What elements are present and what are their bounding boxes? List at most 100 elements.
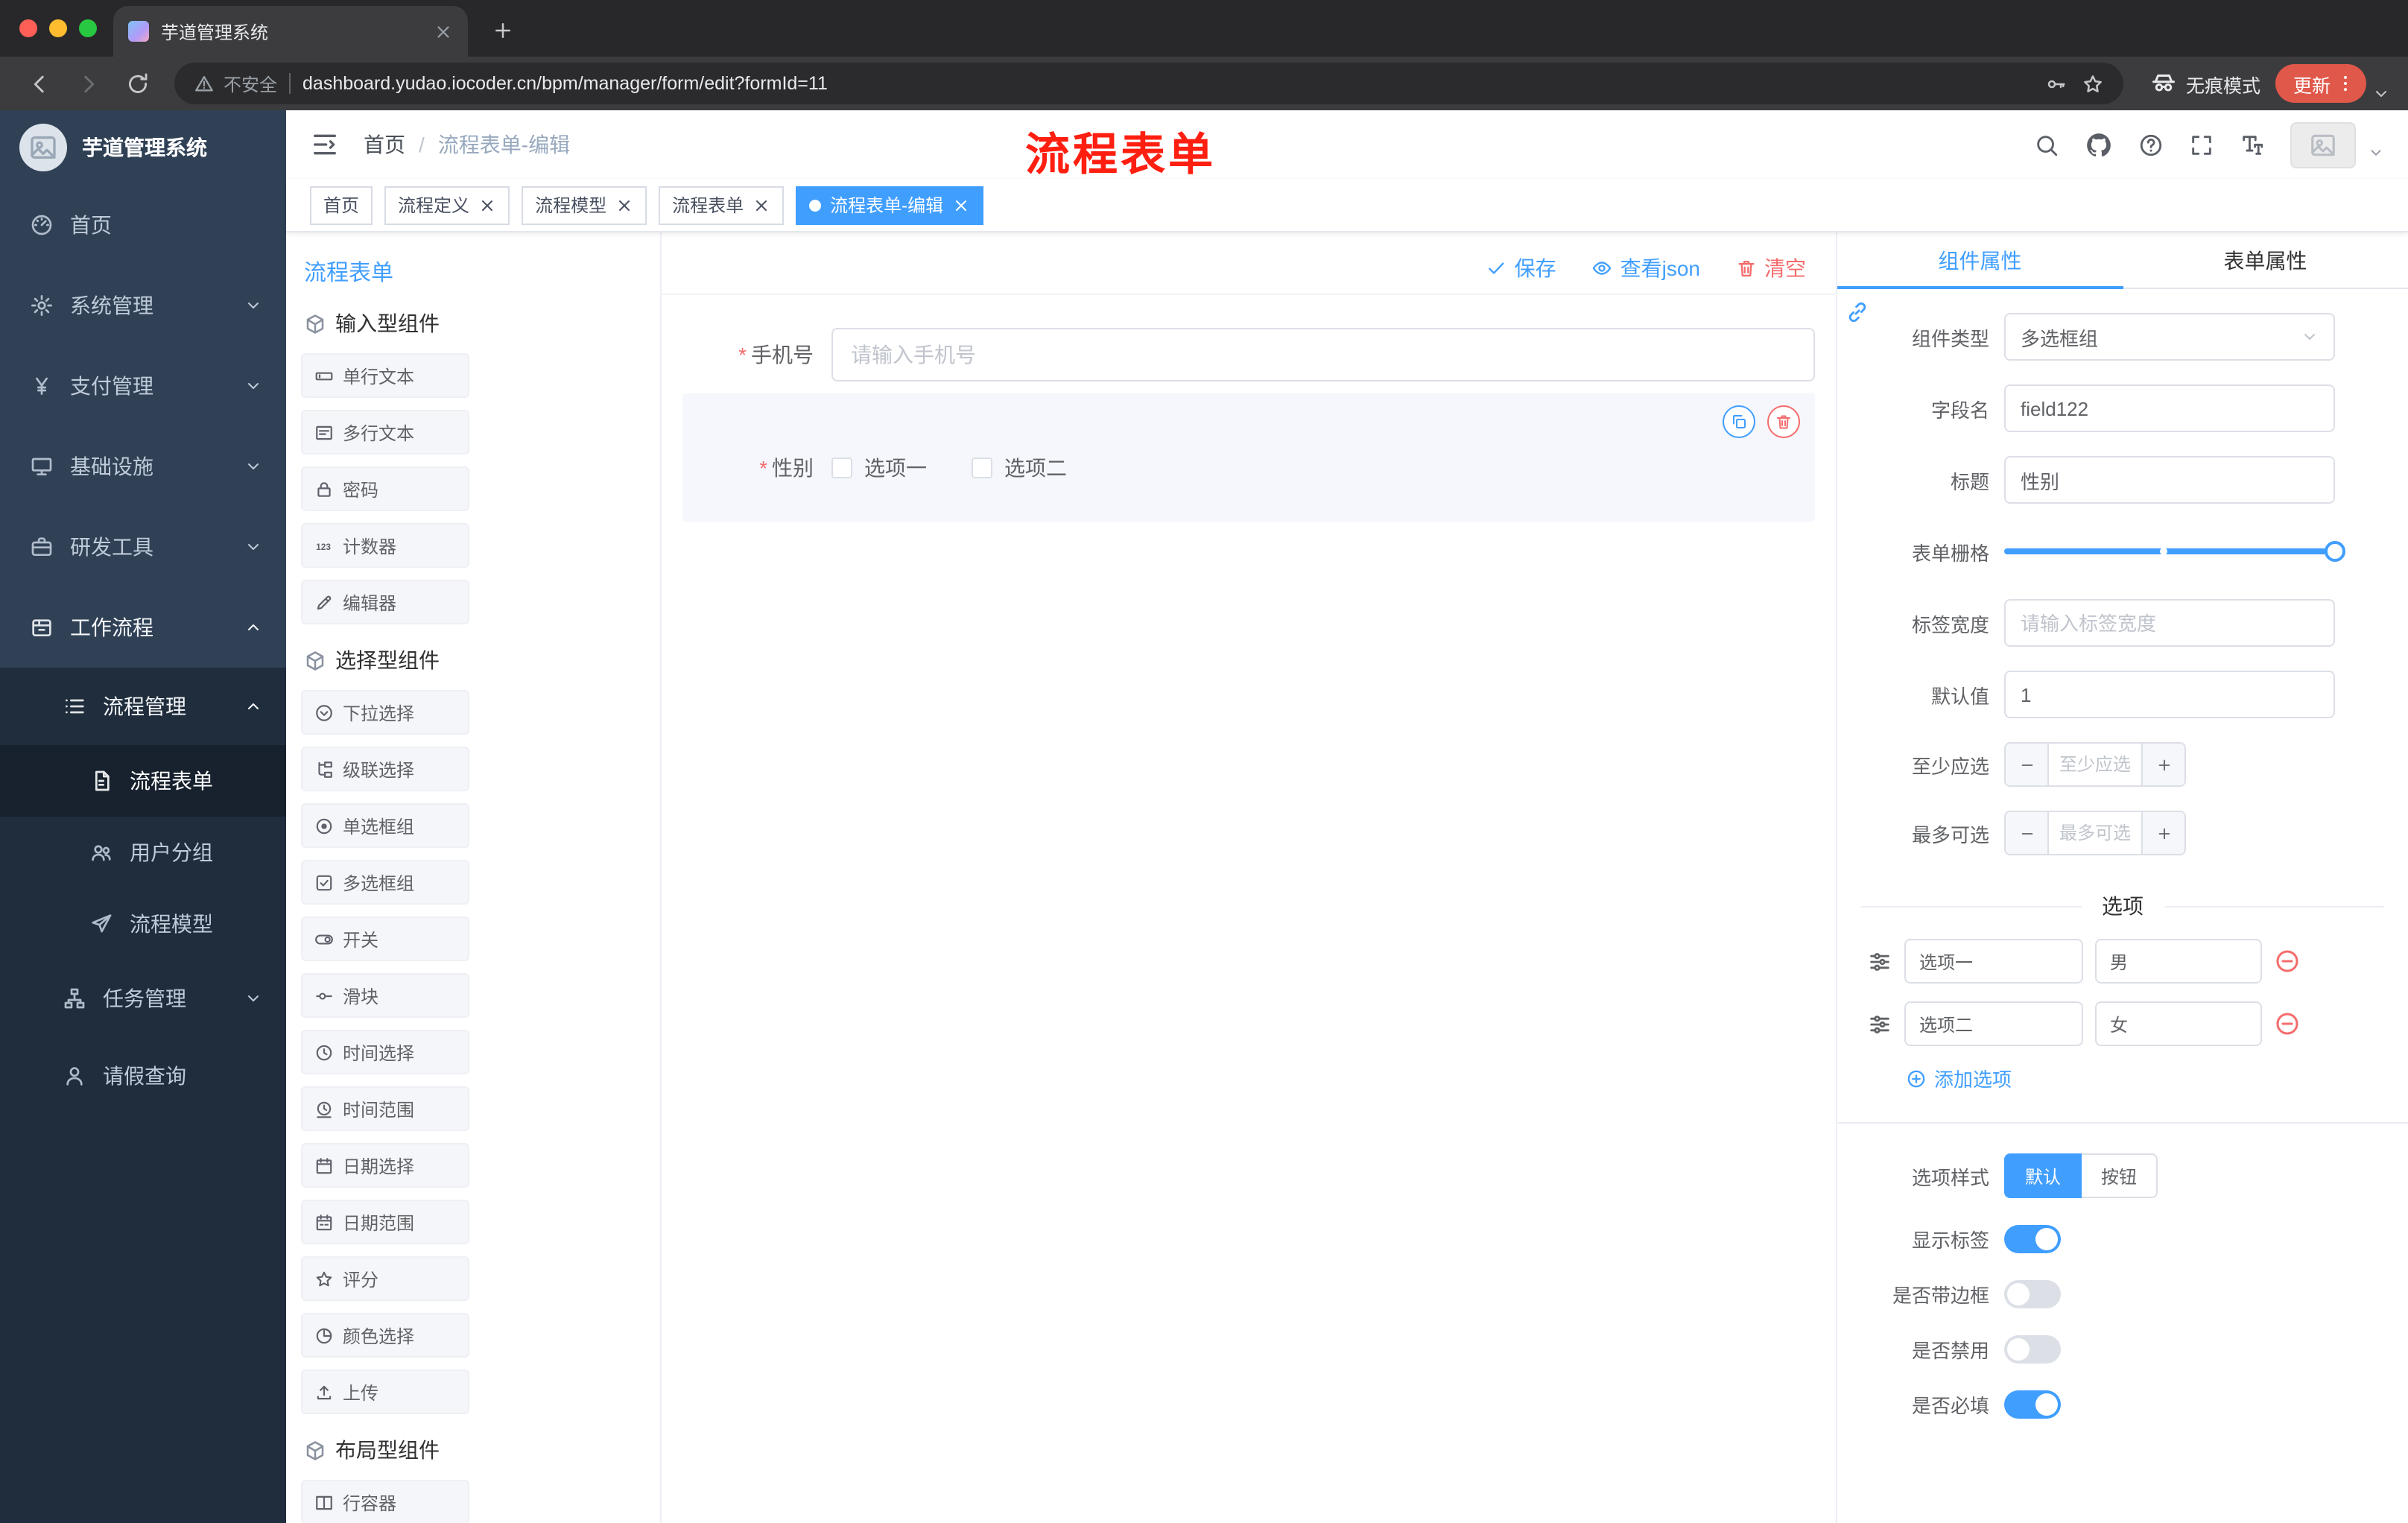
slider-track[interactable]	[2004, 548, 2335, 555]
avatar-caret-icon[interactable]	[2368, 144, 2384, 160]
breadcrumb-home[interactable]: 首页	[364, 130, 405, 159]
palette-component[interactable]: 123 计数器	[301, 523, 469, 568]
tab-component-props[interactable]: 组件属性	[1837, 232, 2123, 289]
tag-view-item[interactable]: 流程模型	[522, 186, 647, 224]
add-option-button[interactable]: 添加选项	[1906, 1064, 2384, 1092]
drag-handle-icon[interactable]	[1867, 949, 1892, 974]
checkbox[interactable]	[831, 457, 852, 478]
palette-component[interactable]: 日期范围	[301, 1200, 469, 1244]
palette-component[interactable]: 行容器	[301, 1480, 469, 1523]
gender-field[interactable]: 性别 选项一 选项二	[682, 441, 1815, 495]
style-default-button[interactable]: 默认	[2004, 1153, 2082, 1198]
title-input[interactable]	[2004, 456, 2335, 504]
option-value-input[interactable]	[2095, 939, 2262, 984]
sidebar-item[interactable]: 请假查询	[0, 1037, 286, 1115]
security-warning-icon[interactable]	[194, 73, 215, 94]
toggle-switch[interactable]	[2004, 1280, 2061, 1308]
selected-form-item[interactable]: 性别 选项一 选项二	[682, 393, 1815, 522]
window-zoom-button[interactable]	[79, 19, 97, 37]
save-button[interactable]: 保存	[1486, 253, 1556, 282]
back-button[interactable]	[27, 71, 52, 96]
forward-button[interactable]	[76, 71, 101, 96]
copy-item-button[interactable]	[1723, 405, 1755, 438]
password-key-icon[interactable]	[2044, 72, 2067, 95]
style-button-button[interactable]: 按钮	[2082, 1153, 2158, 1198]
sidebar-item[interactable]: 工作流程	[0, 587, 286, 668]
palette-component[interactable]: 编辑器	[301, 580, 469, 624]
address-bar[interactable]: 不安全 dashboard.yudao.iocoder.cn/bpm/manag…	[174, 63, 2123, 104]
toggle-switch[interactable]	[2004, 1335, 2061, 1364]
checkbox-option[interactable]: 选项二	[972, 453, 1067, 483]
tag-close-icon[interactable]	[752, 196, 770, 214]
sidebar-item[interactable]: 首页	[0, 185, 286, 265]
window-close-button[interactable]	[19, 19, 37, 37]
remove-option-button[interactable]	[2274, 1010, 2301, 1037]
min-select-input[interactable]	[2047, 744, 2143, 785]
palette-component[interactable]: 颜色选择	[301, 1313, 469, 1358]
link-icon[interactable]	[1845, 300, 1870, 325]
palette-component[interactable]: 日期选择	[301, 1143, 469, 1188]
view-json-button[interactable]: 查看json	[1592, 253, 1700, 282]
palette-component[interactable]: 评分	[301, 1256, 469, 1301]
browser-tab[interactable]: 芋道管理系统	[113, 6, 468, 57]
search-icon[interactable]	[2034, 132, 2059, 157]
sidebar-item[interactable]: 流程表单	[0, 745, 286, 817]
decrease-button[interactable]	[2006, 812, 2047, 854]
sidebar-item[interactable]: 用户分组	[0, 817, 286, 888]
remove-option-button[interactable]	[2274, 948, 2301, 975]
palette-component[interactable]: 时间选择	[301, 1030, 469, 1074]
palette-component[interactable]: 单选框组	[301, 803, 469, 848]
sidebar-item[interactable]: 基础设施	[0, 426, 286, 507]
palette-component[interactable]: 单行文本	[301, 353, 469, 398]
slider-handle[interactable]	[2325, 541, 2345, 562]
fullscreen-icon[interactable]	[2189, 132, 2214, 157]
tag-view-item[interactable]: 流程表单-编辑	[796, 186, 984, 224]
new-tab-button[interactable]	[492, 19, 514, 42]
delete-item-button[interactable]	[1767, 405, 1800, 438]
phone-field[interactable]: 手机号	[682, 328, 1815, 381]
increase-button[interactable]	[2143, 744, 2184, 785]
increase-button[interactable]	[2143, 812, 2184, 854]
font-size-icon[interactable]	[2240, 132, 2265, 157]
window-minimize-button[interactable]	[49, 19, 67, 37]
update-button[interactable]: 更新	[2275, 64, 2366, 103]
sidebar-toggle-icon[interactable]	[310, 130, 340, 159]
sidebar-item[interactable]: 流程模型	[0, 888, 286, 960]
sidebar-item[interactable]: 支付管理	[0, 346, 286, 426]
palette-component[interactable]: 下拉选择	[301, 690, 469, 735]
bookmark-star-icon[interactable]	[2082, 72, 2104, 95]
palette-component[interactable]: 开关	[301, 916, 469, 961]
tag-close-icon[interactable]	[952, 196, 970, 214]
field-name-input[interactable]	[2004, 384, 2335, 432]
checkbox-option[interactable]: 选项一	[831, 453, 927, 483]
tab-close-icon[interactable]	[434, 22, 453, 41]
sidebar-item[interactable]: 流程管理	[0, 668, 286, 745]
palette-component[interactable]: 多行文本	[301, 410, 469, 455]
palette-component[interactable]: 密码	[301, 466, 469, 511]
option-value-input[interactable]	[2095, 1001, 2262, 1046]
tag-close-icon[interactable]	[478, 196, 496, 214]
option-name-input[interactable]	[1904, 939, 2083, 984]
tag-view-item[interactable]: 首页	[310, 186, 373, 224]
tag-view-item[interactable]: 流程表单	[659, 186, 785, 224]
form-grid-slider[interactable]	[2004, 528, 2345, 575]
sidebar-item[interactable]: 研发工具	[0, 507, 286, 587]
tab-form-props[interactable]: 表单属性	[2123, 232, 2408, 288]
app-logo[interactable]: 芋道管理系统	[0, 110, 286, 185]
toggle-switch[interactable]	[2004, 1390, 2061, 1419]
palette-component[interactable]: 级联选择	[301, 747, 469, 791]
sidebar-item[interactable]: 系统管理	[0, 265, 286, 346]
toggle-switch[interactable]	[2004, 1225, 2061, 1253]
tag-close-icon[interactable]	[615, 196, 633, 214]
default-value-input[interactable]	[2004, 671, 2335, 718]
component-type-select[interactable]: 多选框组	[2004, 313, 2335, 361]
help-icon[interactable]	[2138, 132, 2164, 157]
max-select-input[interactable]	[2047, 812, 2143, 854]
tag-view-item[interactable]: 流程定义	[384, 186, 510, 224]
palette-component[interactable]: 滑块	[301, 973, 469, 1018]
decrease-button[interactable]	[2006, 744, 2047, 785]
sidebar-item[interactable]: 任务管理	[0, 960, 286, 1037]
reload-button[interactable]	[125, 71, 150, 96]
checkbox[interactable]	[972, 457, 992, 478]
phone-input[interactable]	[831, 328, 1815, 381]
